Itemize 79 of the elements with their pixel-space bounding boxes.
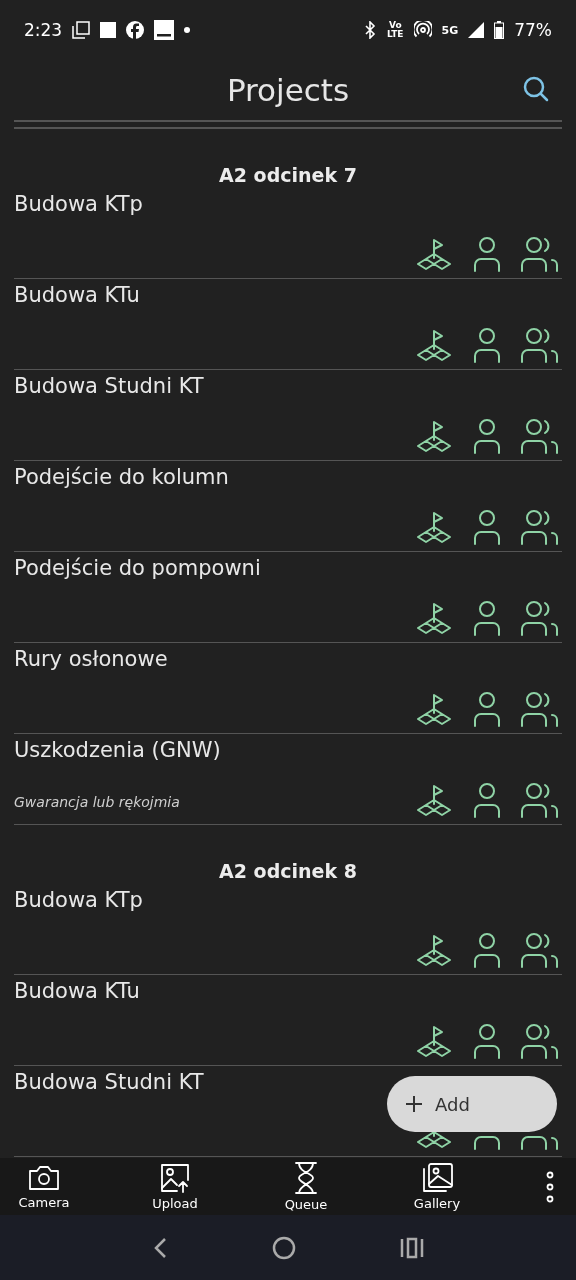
network-type: 5G [441,25,459,35]
nav-button[interactable]: Camera [6,1163,82,1210]
page-title: Projects [226,72,350,108]
people-icon[interactable] [520,418,560,454]
project-row[interactable]: Uszkodzenia (GNW) Gwarancja lub rękojmia [14,734,562,825]
group-heading: A2 odcinek 7 [218,163,358,188]
project-row[interactable]: Budowa KTp [14,188,562,279]
person-icon[interactable] [472,782,502,818]
bluetooth-icon [362,21,377,39]
people-icon[interactable] [520,236,560,272]
people-icon[interactable] [520,327,560,363]
people-icon[interactable] [520,600,560,636]
flag-plot-icon[interactable] [414,509,454,545]
battery-percent: 77% [514,20,552,40]
project-row[interactable]: Podejście do kolumn [14,461,562,552]
project-row[interactable]: Budowa KTu [14,975,562,1066]
round-notification-icon [126,21,145,39]
back-button[interactable] [152,1236,168,1259]
search-button[interactable] [522,75,550,103]
add-button[interactable]: Add [387,1076,557,1132]
project-name: Budowa KTp [14,191,143,216]
flag-plot-icon[interactable] [414,691,454,727]
home-button[interactable] [272,1235,296,1260]
flag-plot-icon[interactable] [414,327,454,363]
signal-icon [468,22,485,38]
hourglass-icon [293,1161,319,1195]
person-icon[interactable] [472,418,502,454]
project-name: Budowa KTu [14,978,140,1003]
nav-button[interactable]: Gallery [399,1162,475,1211]
battery-icon [494,21,505,39]
recent-apps-button[interactable] [400,1236,424,1259]
copy-notification-icon [72,21,91,39]
person-icon[interactable] [472,509,502,545]
more-options-icon [545,1169,555,1204]
project-row[interactable]: Budowa KTu [14,279,562,370]
gallery-icon [420,1162,454,1194]
clock-time: 2:23 [24,20,63,40]
flag-plot-icon[interactable] [414,1131,454,1150]
project-name: Uszkodzenia (GNW) [14,737,221,762]
project-name: Budowa Studni KT [14,1069,204,1094]
person-icon[interactable] [472,691,502,727]
volte-indicator: Vo LTE [386,21,404,39]
project-row[interactable]: Podejście do pompowni [14,552,562,643]
project-name: Budowa Studni KT [14,373,204,398]
project-row[interactable]: Budowa Studni KT [14,370,562,461]
window-notification-icon [154,20,175,40]
plus-icon [405,1095,423,1113]
project-name: Budowa KTu [14,282,140,307]
people-icon[interactable] [520,509,560,545]
person-icon[interactable] [472,236,502,272]
image-upload-icon [159,1162,191,1194]
person-icon[interactable] [472,932,502,968]
project-row[interactable]: Budowa KTp [14,884,562,975]
group-heading: A2 odcinek 8 [218,859,358,884]
project-name: Rury osłonowe [14,646,168,671]
project-row[interactable]: Rury osłonowe [14,643,562,734]
person-icon[interactable] [472,600,502,636]
camera-icon [27,1163,61,1193]
people-icon[interactable] [520,932,560,968]
flag-plot-icon[interactable] [414,1023,454,1059]
project-name: Budowa KTp [14,887,143,912]
nav-button[interactable]: Upload [137,1162,213,1211]
project-name: Podejście do kolumn [14,464,229,489]
people-icon[interactable] [520,1023,560,1059]
hotspot-icon [413,21,432,39]
people-icon[interactable] [520,691,560,727]
project-name: Podejście do pompowni [14,555,261,580]
flag-plot-icon[interactable] [414,782,454,818]
project-subtitle: Gwarancja lub rękojmia [14,794,181,812]
flag-plot-icon[interactable] [414,236,454,272]
flag-plot-icon[interactable] [414,932,454,968]
flag-plot-icon[interactable] [414,600,454,636]
person-icon[interactable] [472,1023,502,1059]
nav-button[interactable]: Queue [268,1161,344,1212]
square-notification-icon [100,22,117,38]
person-icon[interactable] [472,327,502,363]
dot-icon [184,27,191,33]
flag-plot-icon[interactable] [414,418,454,454]
people-icon[interactable] [520,782,560,818]
